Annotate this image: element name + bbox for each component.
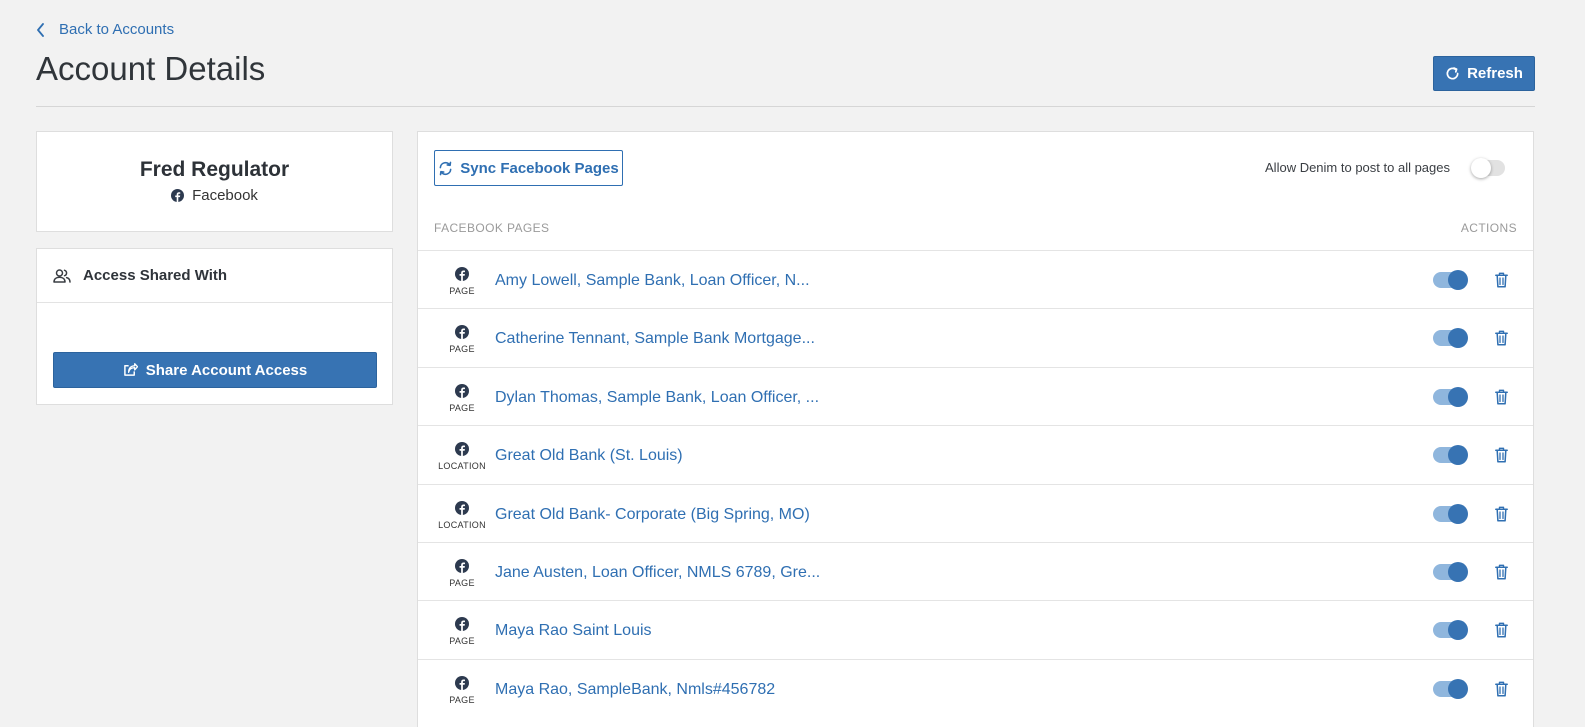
page-title: Account Details [36,50,266,87]
sync-facebook-pages-button[interactable]: Sync Facebook Pages [434,150,623,186]
refresh-icon [1446,67,1459,80]
toggle-knob [1448,503,1468,524]
page-name-link[interactable]: Great Old Bank- Corporate (Big Spring, M… [495,506,810,524]
facebook-icon [455,675,469,690]
page-type: PAGE [434,558,490,588]
page-type: PAGE [434,267,490,296]
page-enabled-toggle[interactable] [1433,328,1468,349]
page-type: LOCATION [434,442,490,471]
page-name-link[interactable]: Amy Lowell, Sample Bank, Loan Officer, N… [495,272,810,290]
chevron-left-icon [37,22,44,37]
trash-icon[interactable] [1495,681,1508,697]
page-row: LOCATION Great Old Bank- Corporate (Big … [418,483,1533,542]
sync-icon [439,161,452,175]
page-row: PAGE Catherine Tennant, Sample Bank Mort… [418,308,1533,366]
trash-icon[interactable] [1495,447,1508,463]
back-link-label: Back to Accounts [59,21,175,38]
share-button-label: Share Account Access [145,361,308,379]
toggle-knob [1448,270,1468,290]
page-type-label: LOCATION [438,519,486,530]
access-shared-card: Access Shared With Share Account Access [36,248,393,405]
trash-icon[interactable] [1495,506,1508,522]
refresh-label: Refresh [1467,65,1523,82]
facebook-pages-column-header: FACEBOOK PAGES [434,221,550,235]
toggle-knob [1471,158,1491,178]
facebook-icon [455,383,469,398]
page-type-label: PAGE [449,577,475,588]
page-type: PAGE [434,675,490,705]
access-shared-title: Access Shared With [83,267,228,284]
page-enabled-toggle[interactable] [1433,503,1468,524]
page-row: PAGE Jane Austen, Loan Officer, NMLS 678… [418,541,1533,600]
page-type-label: PAGE [449,694,475,705]
page-enabled-toggle[interactable] [1433,620,1468,641]
profile-platform-label: Facebook [192,187,258,204]
facebook-pages-list: PAGE Amy Lowell, Sample Bank, Loan Offic… [418,250,1533,717]
toggle-knob [1448,561,1468,582]
page-enabled-toggle[interactable] [1433,386,1468,407]
page-type: LOCATION [434,500,490,530]
page-enabled-toggle[interactable] [1433,445,1468,466]
facebook-pages-panel: Sync Facebook Pages Allow Denim to post … [417,131,1534,727]
allow-all-pages-label: Allow Denim to post to all pages [1265,160,1450,175]
page-type-label: LOCATION [438,461,486,472]
page-row: PAGE Dylan Thomas, Sample Bank, Loan Off… [418,366,1533,425]
toggle-knob [1448,386,1468,407]
page-row: PAGE Amy Lowell, Sample Bank, Loan Offic… [418,250,1533,308]
profile-card: Fred Regulator Facebook [36,131,393,232]
page-row: PAGE Maya Rao Saint Louis [418,600,1533,658]
trash-icon[interactable] [1495,272,1508,288]
facebook-icon [455,442,469,457]
actions-column-header: ACTIONS [1460,221,1517,235]
page-name-link[interactable]: Catherine Tennant, Sample Bank Mortgage.… [495,330,815,348]
facebook-icon [455,267,469,281]
page-type-label: PAGE [449,636,475,647]
toggle-knob [1448,620,1468,641]
toggle-knob [1448,328,1468,349]
page-name-link[interactable]: Maya Rao, SampleBank, Nmls#456782 [495,681,775,699]
facebook-icon [455,325,469,340]
page-type: PAGE [434,617,490,646]
trash-icon[interactable] [1495,389,1508,405]
page-enabled-toggle[interactable] [1433,270,1468,290]
access-shared-header: Access Shared With [37,249,392,303]
header-divider [36,106,1535,107]
page-type-label: PAGE [449,344,475,355]
facebook-icon [455,558,469,573]
page-name-link[interactable]: Maya Rao Saint Louis [495,622,652,640]
page-row: PAGE Maya Rao, SampleBank, Nmls#456782 [418,658,1533,717]
toggle-knob [1448,678,1468,699]
trash-icon[interactable] [1495,622,1508,638]
refresh-button[interactable]: Refresh [1433,56,1535,91]
page-enabled-toggle[interactable] [1433,561,1468,582]
page-type: PAGE [434,325,490,354]
users-icon [53,268,71,283]
trash-icon[interactable] [1495,330,1508,346]
facebook-icon [455,617,469,632]
account-details-page: Back to Accounts Account Details Refresh… [0,0,1585,727]
facebook-icon [455,500,469,515]
profile-name: Fred Regulator [139,158,290,181]
page-enabled-toggle[interactable] [1433,678,1468,699]
profile-platform: Facebook [37,187,392,204]
share-account-access-button[interactable]: Share Account Access [53,352,377,388]
page-type-label: PAGE [449,286,475,296]
page-name-link[interactable]: Great Old Bank (St. Louis) [495,447,683,465]
allow-all-pages-toggle[interactable] [1471,158,1505,178]
sync-button-label: Sync Facebook Pages [460,159,619,177]
page-row: LOCATION Great Old Bank (St. Louis) [418,425,1533,483]
page-name-link[interactable]: Jane Austen, Loan Officer, NMLS 6789, Gr… [495,564,820,582]
share-icon [123,363,138,376]
page-type: PAGE [434,383,490,413]
trash-icon[interactable] [1495,564,1508,580]
toggle-knob [1448,445,1468,466]
page-name-link[interactable]: Dylan Thomas, Sample Bank, Loan Officer,… [495,389,819,407]
facebook-icon [171,189,185,202]
back-to-accounts-link[interactable]: Back to Accounts [36,21,174,38]
page-type-label: PAGE [449,402,475,413]
